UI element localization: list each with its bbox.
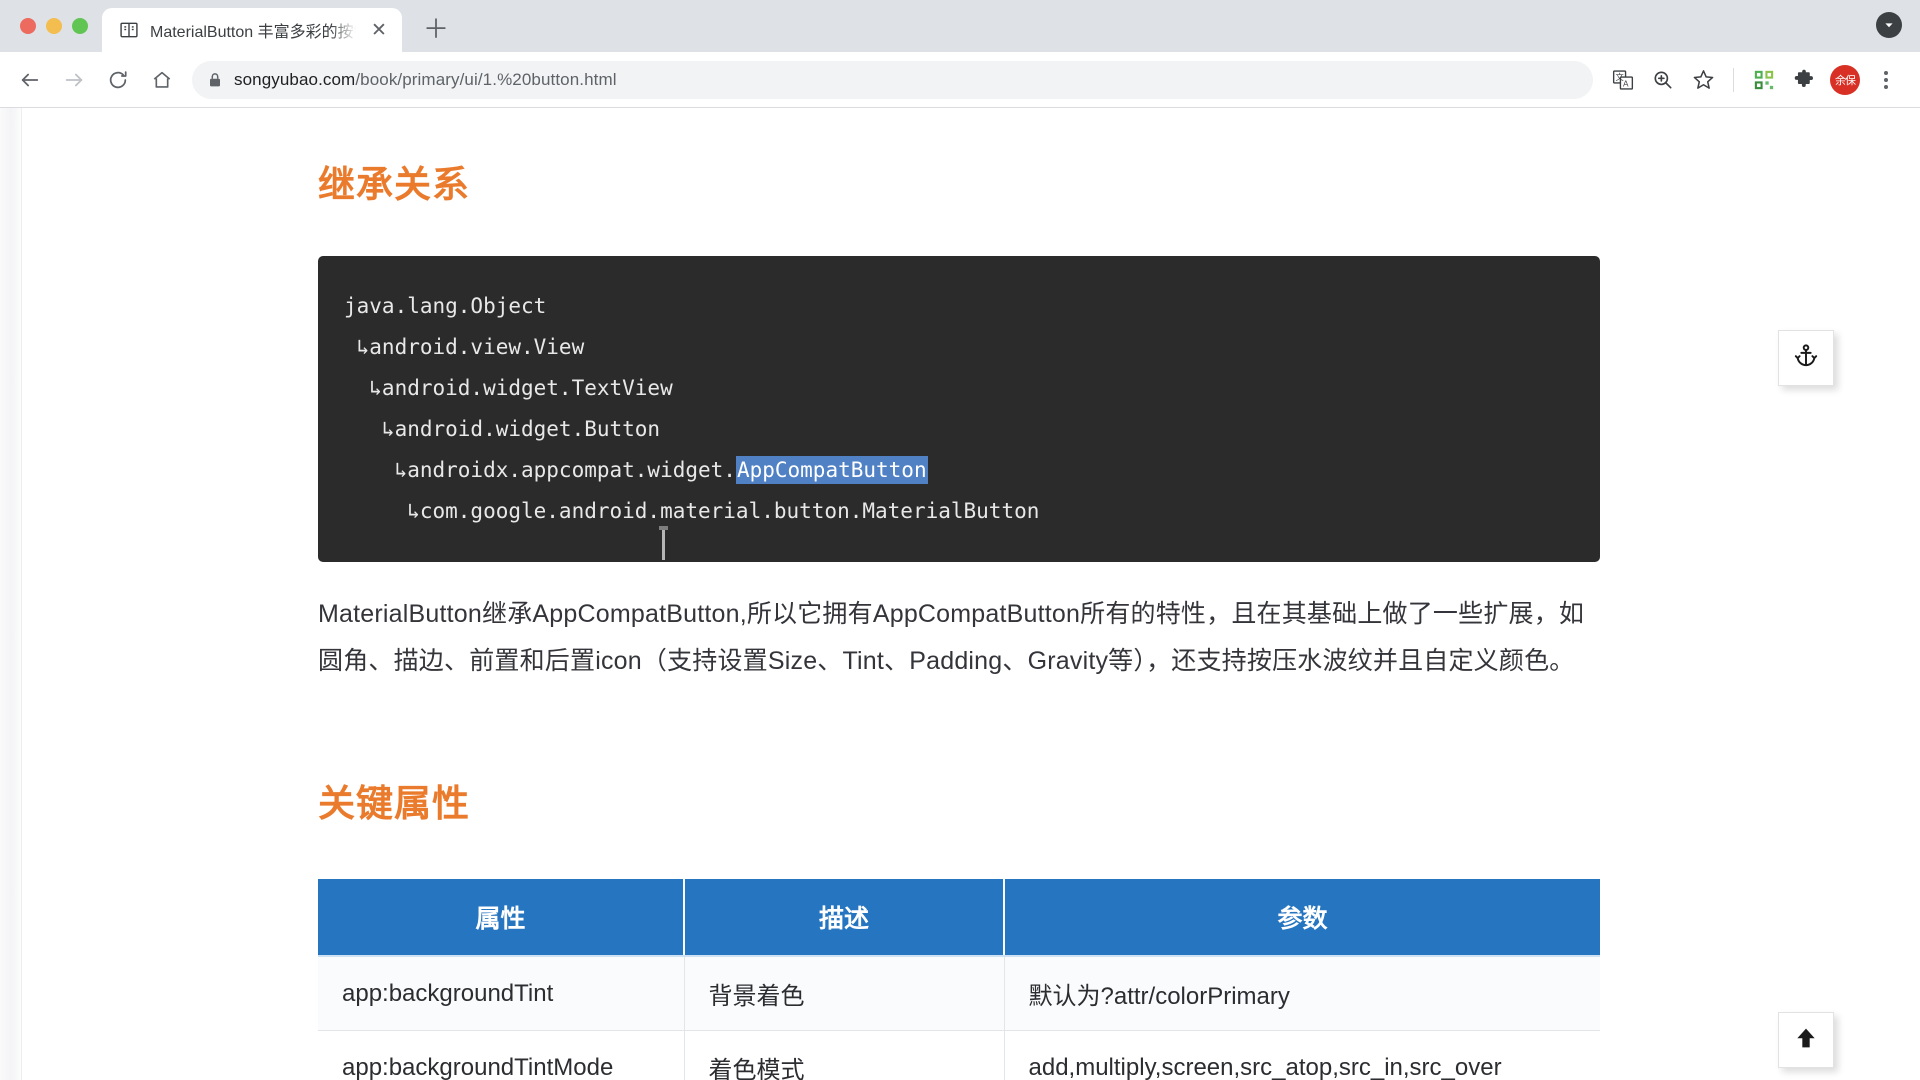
forward-arrow-icon[interactable] bbox=[54, 60, 94, 100]
url-text: songyubao.com/book/primary/ui/1.%20butto… bbox=[234, 70, 617, 90]
cell-parameter: 默认为?attr/colorPrimary bbox=[1004, 956, 1600, 1031]
heading-inheritance: 继承关系 bbox=[318, 164, 470, 205]
reload-icon[interactable] bbox=[98, 60, 138, 100]
anchor-icon bbox=[1793, 343, 1819, 374]
anchor-button[interactable] bbox=[1778, 330, 1834, 386]
browser-window: MaterialButton 丰富多彩的按钮 ✕ ＋ songyubao.com… bbox=[0, 0, 1920, 1080]
code-line-5: ↳androidx.appcompat.widget. bbox=[344, 458, 736, 482]
text-cursor bbox=[659, 526, 668, 560]
url-domain: songyubao.com bbox=[234, 69, 356, 89]
home-icon[interactable] bbox=[142, 60, 182, 100]
cell-attribute: app:backgroundTint bbox=[318, 956, 685, 1031]
page-viewport: 继承关系 java.lang.Object ↳android.view.View… bbox=[0, 108, 1920, 1080]
selected-code-text: AppCompatButton bbox=[735, 456, 928, 484]
qr-code-icon[interactable] bbox=[1746, 62, 1782, 98]
intro-paragraph: MaterialButton继承AppCompatButton,所以它拥有App… bbox=[318, 600, 1585, 675]
avatar[interactable]: 余保 bbox=[1830, 64, 1860, 95]
attributes-table: 属性 描述 参数 app:backgroundTint 背景着色 默认为?att… bbox=[318, 879, 1600, 1080]
column-header-parameter: 参数 bbox=[1004, 879, 1600, 957]
cell-description: 背景着色 bbox=[684, 956, 1005, 1031]
tab-strip: MaterialButton 丰富多彩的按钮 ✕ ＋ bbox=[0, 0, 1920, 52]
back-arrow-icon[interactable] bbox=[10, 60, 50, 100]
translate-icon[interactable]: 文 A bbox=[1605, 62, 1641, 98]
url-path: /book/primary/ui/1.%20button.html bbox=[355, 69, 617, 89]
column-header-description: 描述 bbox=[684, 879, 1005, 957]
new-tab-button[interactable]: ＋ bbox=[416, 9, 456, 49]
zoom-icon[interactable] bbox=[1645, 62, 1681, 98]
cell-attribute: app:backgroundTintMode bbox=[318, 1030, 685, 1080]
browser-toolbar: songyubao.com/book/primary/ui/1.%20butto… bbox=[0, 52, 1920, 108]
browser-menu-button[interactable] bbox=[1868, 62, 1904, 98]
close-tab-button[interactable]: ✕ bbox=[366, 17, 392, 43]
maximize-window-button[interactable] bbox=[72, 18, 88, 34]
table-row: app:backgroundTintMode 着色模式 add,multiply… bbox=[318, 1030, 1600, 1080]
table-header-row: 属性 描述 参数 bbox=[318, 879, 1600, 957]
chevron-down-icon[interactable] bbox=[1876, 12, 1902, 38]
address-bar[interactable]: songyubao.com/book/primary/ui/1.%20butto… bbox=[192, 60, 1593, 99]
browser-tab[interactable]: MaterialButton 丰富多彩的按钮 ✕ bbox=[102, 8, 402, 52]
table-row: app:backgroundTint 背景着色 默认为?attr/colorPr… bbox=[318, 956, 1600, 1031]
column-header-attribute: 属性 bbox=[318, 879, 685, 957]
minimize-window-button[interactable] bbox=[46, 18, 62, 34]
code-line-1: java.lang.Object bbox=[344, 294, 547, 318]
code-line-3: ↳android.widget.TextView bbox=[344, 376, 673, 400]
page-left-gutter bbox=[0, 108, 22, 1080]
code-line-2: ↳android.view.View bbox=[344, 335, 585, 359]
cell-parameter: add,multiply,screen,src_atop,src_in,src_… bbox=[1004, 1030, 1600, 1080]
heading-key-attributes: 关键属性 bbox=[318, 783, 470, 824]
toolbar-divider bbox=[1733, 67, 1734, 92]
bookmark-star-icon[interactable] bbox=[1685, 62, 1721, 98]
tab-title: MaterialButton 丰富多彩的按钮 bbox=[150, 24, 356, 41]
svg-text:A: A bbox=[1623, 79, 1629, 88]
window-traffic-lights bbox=[14, 0, 98, 52]
extensions-puzzle-icon[interactable] bbox=[1786, 62, 1822, 98]
cell-description: 着色模式 bbox=[684, 1030, 1005, 1080]
lock-icon bbox=[208, 72, 222, 88]
back-to-top-button[interactable] bbox=[1778, 1012, 1834, 1068]
window-controls bbox=[1876, 12, 1902, 38]
code-line-4: ↳android.widget.Button bbox=[344, 417, 661, 441]
three-dot-icon bbox=[1884, 70, 1888, 89]
open-book-icon bbox=[118, 19, 140, 41]
close-window-button[interactable] bbox=[20, 18, 36, 34]
article-content: 继承关系 java.lang.Object ↳android.view.View… bbox=[318, 108, 1600, 1080]
code-line-6: ↳com.google.android.material.button.Mate… bbox=[344, 499, 1040, 523]
code-block[interactable]: java.lang.Object ↳android.view.View ↳and… bbox=[318, 256, 1600, 562]
arrow-up-icon bbox=[1793, 1025, 1819, 1056]
